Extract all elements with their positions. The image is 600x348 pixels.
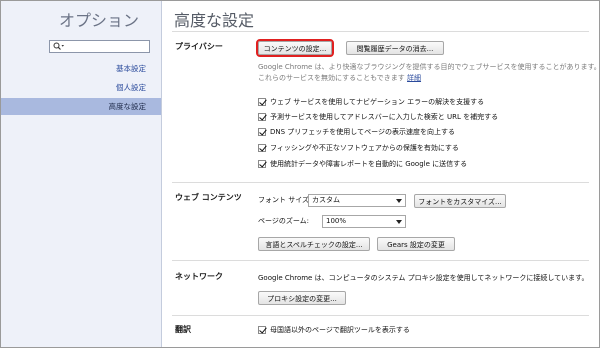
checkbox-row-usage-stats[interactable]: 使用統計データや障害レポートを自動的に Google に送信する: [258, 159, 467, 170]
search-input[interactable]: [49, 40, 150, 53]
network-description: Google Chrome は、コンピュータのシステム プロキシ設定を使用してネ…: [258, 274, 589, 282]
options-window: オプション 基本設定 個人設定 高度な設定 高度な設定 プライバシー コンテンツ…: [0, 0, 600, 348]
checkbox-row-prediction[interactable]: 予測サービスを使用してアドレスバーに入力した検索と URL を補完する: [258, 112, 498, 123]
checkbox[interactable]: [258, 98, 266, 106]
checkbox-label: DNS プリフェッチを使用してページの表示速度を向上する: [270, 128, 455, 136]
translate-section-label: 翻訳: [175, 325, 191, 334]
learn-more-link[interactable]: 詳細: [407, 74, 421, 82]
divider: [172, 31, 589, 32]
privacy-section-label: プライバシー: [175, 42, 223, 51]
checkbox[interactable]: [258, 160, 266, 168]
checkbox-label: フィッシングや不正なソフトウェアからの保護を有効にする: [270, 144, 459, 152]
checkbox[interactable]: [258, 144, 266, 152]
divider: [172, 315, 589, 316]
sidebar-item-basic[interactable]: 基本設定: [1, 60, 161, 77]
checkbox-row-translate[interactable]: 母国語以外のページで翻訳ツールを表示する: [258, 325, 410, 336]
sidebar-item-advanced[interactable]: 高度な設定: [1, 98, 161, 115]
checkbox-row-dns-prefetch[interactable]: DNS プリフェッチを使用してページの表示速度を向上する: [258, 127, 455, 138]
checkbox-label: 母国語以外のページで翻訳ツールを表示する: [270, 326, 410, 334]
checkbox-label: 使用統計データや障害レポートを自動的に Google に送信する: [270, 160, 468, 168]
page-zoom-value: 100%: [326, 217, 347, 225]
privacy-description: Google Chrome は、より快適なブラウジングを提供する目的でウェブサー…: [258, 63, 600, 71]
checkbox[interactable]: [258, 326, 266, 334]
web-content-section-label: ウェブ コンテンツ: [175, 193, 242, 202]
main-content: 高度な設定 プライバシー コンテンツの設定... 閲覧履歴データの消去... G…: [162, 1, 599, 347]
clear-browsing-data-button[interactable]: 閲覧履歴データの消去...: [346, 41, 444, 55]
page-title: 高度な設定: [174, 11, 255, 30]
checkbox[interactable]: [258, 128, 266, 136]
font-size-value: カスタム: [312, 196, 340, 204]
privacy-description-text: これらのサービスを無効にすることもできます: [258, 74, 405, 82]
checkbox-row-navigation-errors[interactable]: ウェブ サービスを使用してナビゲーション エラーの解決を支援する: [258, 97, 484, 108]
divider: [172, 260, 589, 261]
network-section-label: ネットワーク: [175, 272, 223, 281]
page-zoom-select[interactable]: 100%: [322, 215, 406, 228]
search-icon: [53, 42, 64, 50]
sidebar: オプション 基本設定 個人設定 高度な設定: [1, 1, 162, 347]
checkbox[interactable]: [258, 113, 266, 121]
sidebar-item-personal[interactable]: 個人設定: [1, 79, 161, 96]
proxy-settings-button[interactable]: プロキシ設定の変更...: [258, 291, 346, 305]
chevron-down-icon: [396, 220, 402, 224]
chevron-down-icon: [396, 199, 402, 203]
content-settings-button[interactable]: コンテンツの設定...: [256, 39, 334, 57]
sidebar-title: オプション: [58, 11, 139, 30]
divider: [172, 182, 589, 183]
checkbox-label: 予測サービスを使用してアドレスバーに入力した検索と URL を補完する: [270, 113, 499, 121]
font-size-select[interactable]: カスタム: [308, 194, 406, 207]
page-zoom-label: ページのズーム:: [258, 217, 310, 225]
gears-settings-button[interactable]: Gears 設定の変更: [377, 237, 455, 251]
language-spellcheck-button[interactable]: 言語とスペルチェックの設定...: [258, 237, 370, 251]
customize-fonts-button[interactable]: フォントをカスタマイズ...: [414, 194, 506, 208]
font-size-label: フォント サイズ:: [258, 196, 312, 204]
checkbox-row-phishing[interactable]: フィッシングや不正なソフトウェアからの保護を有効にする: [258, 143, 459, 154]
checkbox-label: ウェブ サービスを使用してナビゲーション エラーの解決を支援する: [270, 98, 485, 106]
privacy-description-2: これらのサービスを無効にすることもできます 詳細: [258, 73, 421, 83]
